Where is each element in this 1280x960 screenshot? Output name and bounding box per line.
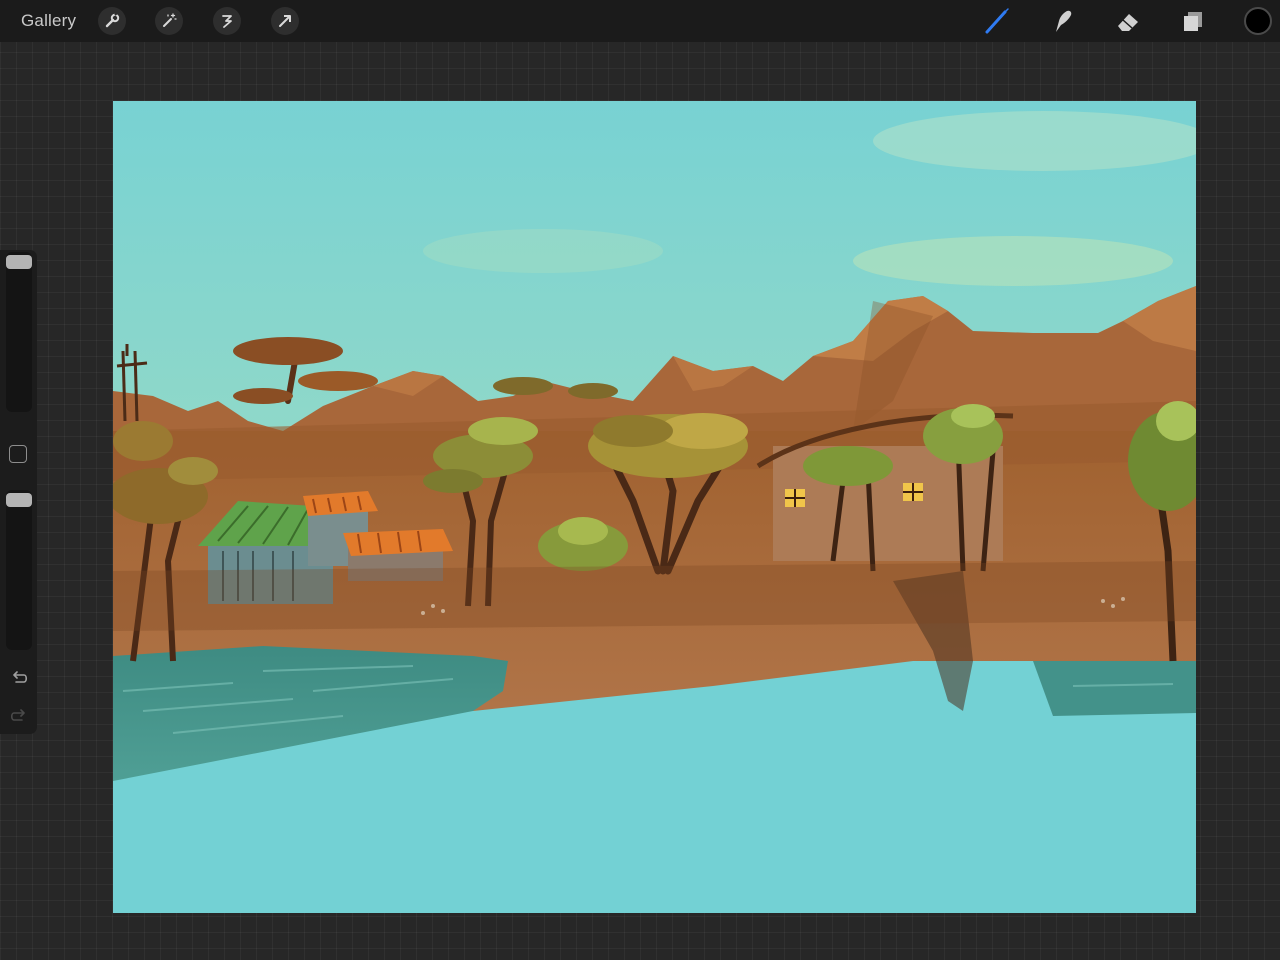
undo-icon[interactable] (8, 668, 30, 690)
smudge-icon[interactable] (1046, 5, 1078, 37)
opacity-thumb[interactable] (6, 493, 32, 507)
selection-icon[interactable] (213, 7, 241, 35)
modify-square-icon[interactable] (9, 445, 27, 463)
left-sidebar (0, 250, 37, 734)
brush-size-thumb[interactable] (6, 255, 32, 269)
brush-size-slider[interactable] (6, 252, 32, 412)
wrench-icon[interactable] (98, 7, 126, 35)
drawing-canvas[interactable] (113, 101, 1196, 913)
redo-icon[interactable] (8, 706, 30, 728)
brush-icon[interactable] (981, 5, 1013, 37)
transform-arrow-icon[interactable] (271, 7, 299, 35)
artwork (113, 101, 1196, 913)
color-picker-swatch[interactable] (1244, 7, 1272, 35)
procreate-app: Gallery (0, 0, 1280, 960)
magic-wand-icon[interactable] (155, 7, 183, 35)
layers-icon[interactable] (1177, 5, 1209, 37)
opacity-slider[interactable] (6, 490, 32, 650)
top-toolbar: Gallery (0, 0, 1280, 42)
eraser-icon[interactable] (1112, 5, 1144, 37)
gallery-button[interactable]: Gallery (21, 11, 76, 31)
